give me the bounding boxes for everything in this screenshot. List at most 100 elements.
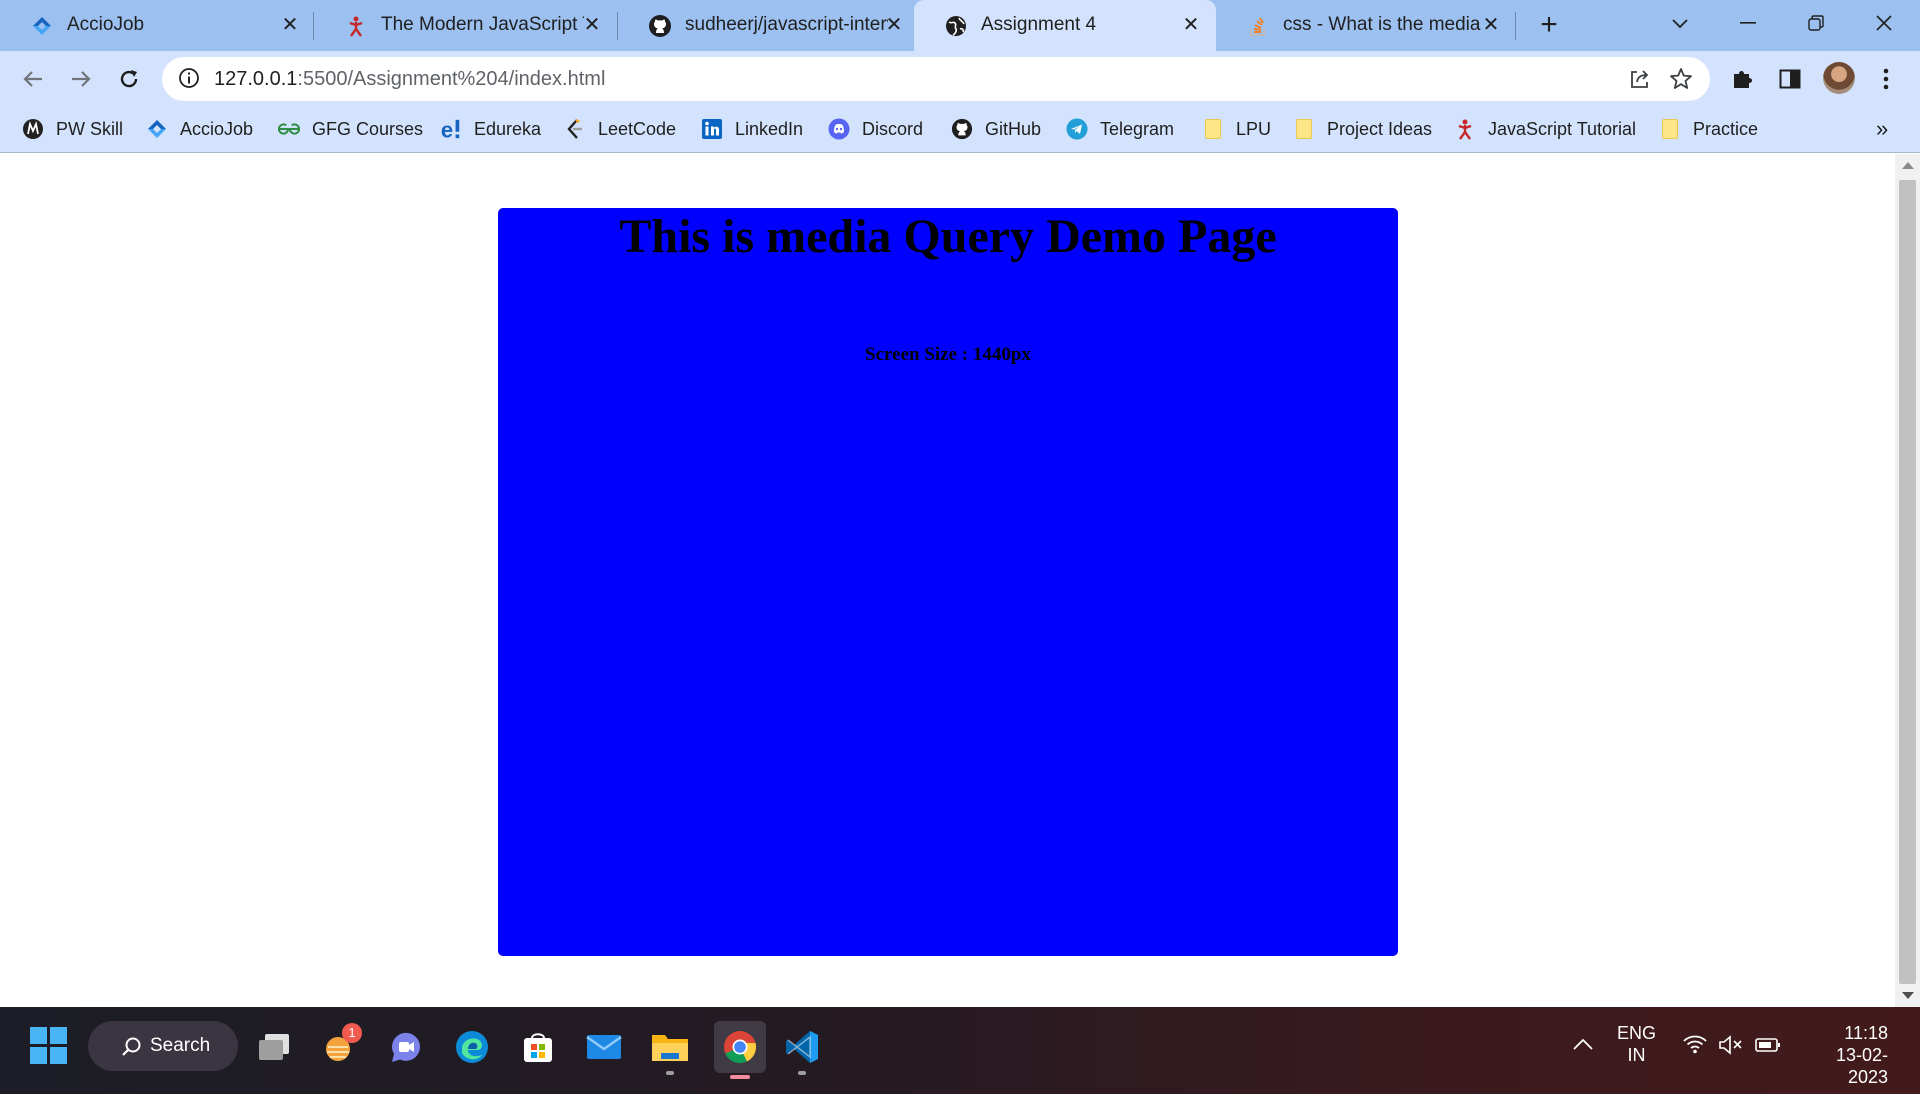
- bookmark-folder-lpu[interactable]: LPU: [1202, 106, 1271, 152]
- windows-taskbar: Search 1 ENG IN 11:18 13-02-2023: [0, 1007, 1920, 1094]
- language-indicator[interactable]: ENG IN: [1617, 1022, 1656, 1066]
- bookmark-pw-skill[interactable]: PW Skill: [22, 106, 123, 152]
- back-button[interactable]: [16, 62, 50, 96]
- widgets-button[interactable]: 1: [318, 1023, 362, 1069]
- task-view-button[interactable]: [252, 1025, 296, 1069]
- bookmark-label: Telegram: [1100, 118, 1175, 139]
- bookmark-label: Practice: [1693, 118, 1759, 139]
- url-text[interactable]: 127.0.0.1:5500/Assignment%204/index.html: [214, 68, 605, 91]
- bookmark-telegram[interactable]: Telegram: [1066, 106, 1174, 152]
- minimize-button[interactable]: [1728, 8, 1768, 38]
- close-tab-icon[interactable]: ✕: [1479, 13, 1503, 37]
- bookmark-star-icon[interactable]: [1668, 66, 1694, 97]
- bookmark-label: Project Ideas: [1327, 118, 1433, 139]
- mail-button[interactable]: [582, 1025, 626, 1069]
- bookmark-folder-project-ideas[interactable]: Project Ideas: [1293, 106, 1432, 152]
- bookmark-github[interactable]: GitHub: [951, 106, 1041, 152]
- bookmark-linkedin[interactable]: LinkedIn: [701, 106, 803, 152]
- taskbar-search-button[interactable]: Search: [88, 1021, 238, 1071]
- profile-avatar[interactable]: [1823, 62, 1855, 94]
- close-tab-icon[interactable]: ✕: [580, 13, 604, 37]
- leetcode-icon: [564, 118, 586, 140]
- tab-title: The Modern JavaScript Tu: [381, 14, 584, 35]
- github-icon: [951, 118, 973, 140]
- close-tab-icon[interactable]: ✕: [882, 13, 906, 37]
- teams-chat-button[interactable]: [384, 1025, 428, 1069]
- volume-muted-icon[interactable]: [1718, 1034, 1744, 1061]
- chat-icon: [391, 1032, 420, 1062]
- file-explorer-button[interactable]: [648, 1025, 692, 1075]
- edge-browser-button[interactable]: [450, 1025, 494, 1069]
- bookmark-javascript-tutorial[interactable]: JavaScript Tutorial: [1454, 106, 1636, 152]
- close-tab-icon[interactable]: ✕: [278, 13, 302, 37]
- battery-icon[interactable]: [1754, 1035, 1782, 1060]
- taskbar-clock[interactable]: 11:18 13-02-2023: [1796, 1022, 1888, 1088]
- bookmark-label: Edureka: [474, 118, 542, 139]
- taskbar-search-label: Search: [150, 1035, 211, 1056]
- tab-acciojob[interactable]: AccioJob ✕: [0, 0, 312, 51]
- chrome-icon: [724, 1031, 757, 1064]
- tab-strip: AccioJob ✕ The Modern JavaScript Tu ✕ su…: [0, 0, 1920, 51]
- windows-logo-icon: [30, 1027, 47, 1044]
- mail-icon: [586, 1035, 622, 1059]
- github-icon: [648, 14, 672, 38]
- reload-button[interactable]: [112, 62, 146, 96]
- show-hidden-icons-button[interactable]: [1572, 1037, 1600, 1061]
- share-icon[interactable]: [1628, 67, 1652, 96]
- vertical-scrollbar[interactable]: [1895, 154, 1920, 1007]
- reload-icon: [120, 70, 138, 88]
- folder-icon: [1293, 118, 1315, 140]
- bookmark-discord[interactable]: Discord: [828, 106, 923, 152]
- windows-start-button[interactable]: [30, 1027, 68, 1065]
- chevron-down-icon: [1672, 19, 1688, 29]
- scroll-down-arrow[interactable]: [1902, 992, 1914, 999]
- site-info-icon[interactable]: [178, 67, 200, 94]
- browser-toolbar: 127.0.0.1:5500/Assignment%204/index.html: [0, 51, 1920, 106]
- windows-logo-icon: [50, 1047, 67, 1064]
- telegram-icon: [1066, 118, 1088, 140]
- clock-date: 13-02-2023: [1835, 1045, 1888, 1087]
- new-tab-button[interactable]: +: [1533, 10, 1565, 42]
- acciojob-icon: [30, 14, 54, 38]
- windows-logo-icon: [30, 1047, 47, 1064]
- tab-assignment-4[interactable]: Assignment 4 ✕: [914, 0, 1216, 51]
- extensions-icon[interactable]: [1728, 65, 1756, 93]
- tab-title: css - What is the media q: [1283, 14, 1483, 35]
- forward-button[interactable]: [64, 62, 98, 96]
- address-bar[interactable]: 127.0.0.1:5500/Assignment%204/index.html: [162, 57, 1710, 101]
- tab-modern-javascript[interactable]: The Modern JavaScript Tu ✕: [314, 0, 616, 51]
- tab-search-button[interactable]: [1660, 8, 1700, 38]
- bookmark-edureka[interactable]: e Edureka: [440, 106, 541, 152]
- tab-css-media-query[interactable]: css - What is the media q ✕: [1216, 0, 1514, 51]
- side-panel-icon[interactable]: [1776, 65, 1804, 93]
- page-heading: This is media Query Demo Page: [619, 210, 1277, 263]
- restore-button[interactable]: [1796, 8, 1836, 38]
- microsoft-store-button[interactable]: [516, 1025, 560, 1069]
- discord-icon: [828, 118, 850, 140]
- scrollbar-thumb[interactable]: [1899, 180, 1916, 984]
- acciojob-icon: [146, 118, 168, 140]
- folder-icon: [652, 1035, 688, 1061]
- task-view-icon: [259, 1034, 289, 1060]
- bookmark-label: JavaScript Tutorial: [1488, 118, 1637, 139]
- scroll-up-arrow[interactable]: [1902, 162, 1914, 169]
- wifi-icon[interactable]: [1682, 1033, 1708, 1060]
- bookmark-label: PW Skill: [56, 118, 123, 139]
- vscode-button[interactable]: [780, 1025, 824, 1075]
- bookmark-acciojob[interactable]: AccioJob: [146, 106, 253, 152]
- bookmark-folder-practice[interactable]: Practice: [1659, 106, 1758, 152]
- pwskills-icon: [22, 118, 44, 140]
- bookmark-leetcode[interactable]: LeetCode: [564, 106, 676, 152]
- menu-kebab-icon[interactable]: [1872, 65, 1900, 93]
- close-window-button[interactable]: [1864, 8, 1904, 38]
- clock-time: 11:18: [1844, 1023, 1888, 1043]
- chrome-button[interactable]: [714, 1021, 766, 1079]
- more-bookmarks-icon[interactable]: »: [1876, 116, 1888, 142]
- close-tab-icon[interactable]: ✕: [1179, 13, 1203, 37]
- tab-sudheerj-github[interactable]: sudheerj/javascript-interv ✕: [618, 0, 914, 51]
- svg-text:e: e: [441, 117, 453, 141]
- tab-separator: [1515, 12, 1516, 40]
- bookmark-gfg-courses[interactable]: GFG Courses: [278, 106, 423, 152]
- minimize-icon: [1740, 22, 1756, 24]
- folder-icon: [1202, 118, 1224, 140]
